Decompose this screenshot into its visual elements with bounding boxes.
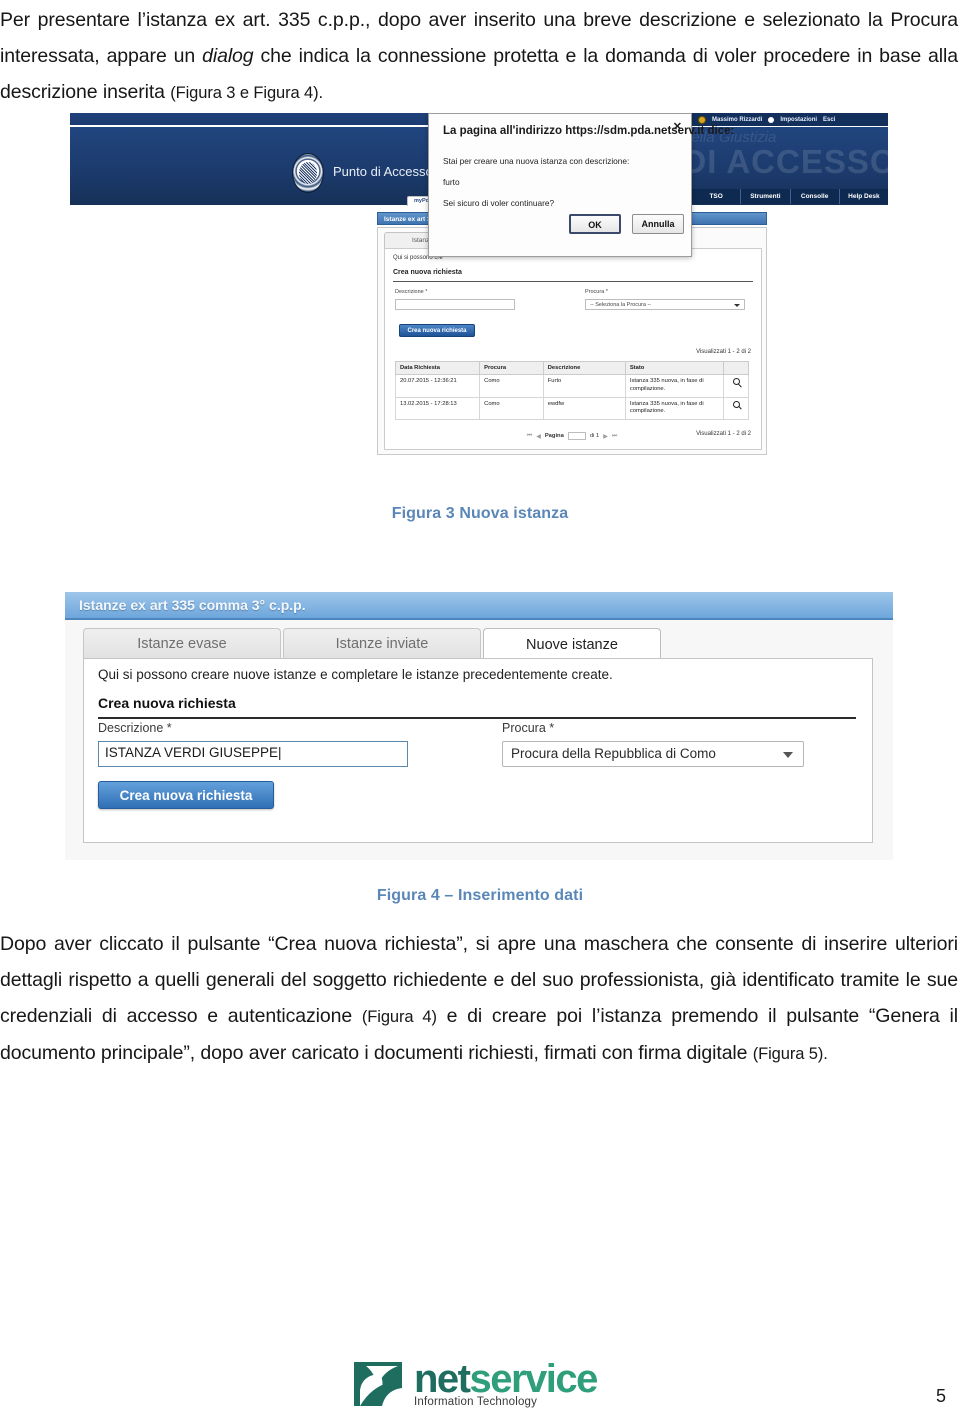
table-row[interactable]: 20.07.2015 - 12:36:21 Como Furto Istanza…	[394, 374, 749, 398]
cell-data: 13.02.2015 - 17:28:13	[394, 396, 481, 421]
figure4-hint-text: Qui si possono creare nuove istanze e co…	[98, 667, 613, 682]
figure3-count-top: Visualizzati 1 - 2 di 2	[696, 349, 751, 355]
figure4-procura-value: Procura della Repubblica di Como	[511, 746, 716, 761]
nav-tab-strumenti[interactable]: Strumenti	[741, 189, 791, 204]
cell-stato: Istanza 335 nuova, in fase di compilazio…	[624, 396, 725, 421]
figure-4-screenshot: Istanze ex art 335 comma 3° c.p.p. Istan…	[65, 592, 893, 860]
th-procura[interactable]: Procura	[479, 361, 544, 375]
seal-inner-pattern	[299, 162, 317, 184]
text-caret: |	[278, 745, 282, 760]
figure3-count-bottom: Visualizzati 1 - 2 di 2	[696, 431, 751, 437]
figure-3-screenshot: Ministero della Giustizia INTO DI ACCESS…	[70, 113, 888, 465]
dialog-title: La pagina all'indirizzo https://sdm.pda.…	[443, 125, 735, 137]
figure3-panel-body: Qui si possono cre Crea nuova richiesta …	[384, 248, 762, 450]
dialog-line-1: Stai per creare una nuova istanza con de…	[443, 156, 630, 166]
pager-of: di 1	[589, 433, 600, 439]
figure4-form-title: Crea nuova richiesta	[98, 695, 236, 711]
figure3-descrizione-input[interactable]	[395, 299, 515, 310]
next-page-icon[interactable]: ▶	[603, 433, 608, 440]
cell-procura: Como	[479, 396, 544, 421]
chevron-down-icon	[783, 752, 793, 758]
figure4-tab-bar: Istanze evase Istanze inviate Nuove ista…	[83, 628, 873, 660]
dialog-cancel-button[interactable]: Annulla	[632, 214, 684, 234]
cell-action[interactable]	[723, 396, 749, 421]
document-page: Per presentare l’istanza ex art. 335 c.p…	[0, 0, 960, 1425]
figure4-descrizione-input[interactable]: ISTANZA VERDI GIUSEPPE|	[98, 741, 408, 767]
logo-svg	[354, 1362, 402, 1406]
dialog-line-2: furto	[443, 177, 460, 187]
tab-istanze-evase[interactable]: Istanze evase	[83, 628, 281, 658]
close-icon[interactable]: ✕	[673, 120, 682, 133]
figure3-create-button[interactable]: Crea nuova richiesta	[399, 324, 475, 337]
search-icon[interactable]	[732, 378, 740, 385]
nav-tab-helpdesk[interactable]: Help Desk	[840, 189, 888, 204]
figure3-main-nav-tabs: TSO Strumenti Consolle Help Desk	[692, 189, 888, 204]
chevron-down-icon	[734, 304, 740, 307]
figure4-procura-select[interactable]: Procura della Repubblica di Como	[502, 741, 804, 767]
th-data-richiesta[interactable]: Data Richiesta	[394, 361, 481, 375]
figure-4-caption: Figura 4 – Inserimento dati	[376, 887, 584, 904]
table-row[interactable]: 13.02.2015 - 17:28:13 Como ewdfw Istanza…	[394, 396, 749, 421]
paragraph-intro-ref: (Figura 3 e Figura 4).	[170, 84, 324, 102]
cell-descrizione: ewdfw	[542, 396, 626, 421]
paragraph-intro-italic: dialog	[202, 45, 254, 67]
republic-seal-icon	[292, 153, 324, 193]
paragraph-intro: Per presentare l’istanza ex art. 335 c.p…	[0, 2, 958, 111]
cell-data: 20.07.2015 - 12:36:21	[394, 374, 481, 398]
figure3-requests-table: Data Richiesta Procura Descrizione Stato…	[394, 361, 749, 421]
last-page-icon[interactable]: ⏭	[612, 433, 617, 440]
cell-descrizione: Furto	[542, 374, 626, 398]
avatar-icon	[698, 115, 706, 124]
figure3-settings-link[interactable]: Impostazioni	[780, 117, 817, 123]
pager-input[interactable]	[567, 432, 586, 440]
nav-tab-consolle[interactable]: Consolle	[791, 189, 840, 204]
figure3-panel: Istanze evase Qui si possono cre Crea nu…	[377, 227, 767, 455]
figure4-panel: Qui si possono creare nuove istanze e co…	[83, 658, 873, 843]
cell-stato: Istanza 335 nuova, in fase di compilazio…	[624, 374, 725, 398]
figure-3-caption: Figura 3 Nuova istanza	[391, 505, 569, 522]
figure3-label-descrizione: Descrizione *	[395, 289, 428, 295]
figure4-window-title: Istanze ex art 335 comma 3° c.p.p.	[79, 597, 306, 613]
page-number: 5	[935, 1386, 946, 1406]
logo-word-row: netservice	[414, 1357, 599, 1401]
search-icon[interactable]	[732, 400, 740, 408]
dialog-ok-button[interactable]: OK	[569, 214, 621, 234]
logo-net: net	[414, 1357, 471, 1401]
cell-procura: Como	[479, 374, 544, 398]
nav-tab-tso[interactable]: TSO	[692, 189, 742, 204]
tab-istanze-inviate[interactable]: Istanze inviate	[283, 628, 481, 658]
dialog-line-3: Sei sicuro di voler continuare?	[443, 198, 555, 208]
tab-nuove-istanze[interactable]: Nuove istanze	[483, 628, 661, 660]
th-actions	[723, 361, 749, 375]
table-header-row: Data Richiesta Procura Descrizione Stato	[394, 361, 749, 375]
logo-service: service	[469, 1357, 599, 1401]
paragraph-body-ref2: (Figura 5).	[752, 1045, 828, 1063]
figure3-logout-link[interactable]: Esci	[823, 117, 835, 123]
netservice-logo: netservice Information Technology	[352, 1355, 652, 1413]
th-descrizione[interactable]: Descrizione	[542, 361, 626, 375]
netservice-mark-icon	[352, 1360, 404, 1408]
figure3-label-procura: Procura *	[585, 289, 608, 295]
paragraph-body: Dopo aver cliccato il pulsante “Crea nuo…	[0, 926, 958, 1072]
figure4-form-divider	[98, 717, 856, 719]
first-page-icon[interactable]: ⏮	[527, 433, 532, 440]
figure4-label-procura: Procura *	[502, 721, 555, 735]
figure3-user-name: Massimo Rizzardi	[712, 116, 763, 123]
figure3-form-title: Crea nuova richiesta	[393, 269, 462, 276]
figure4-label-descrizione: Descrizione *	[98, 721, 172, 735]
paragraph-body-ref1: (Figura 4)	[361, 1008, 437, 1026]
th-stato[interactable]: Stato	[624, 361, 725, 375]
prev-page-icon[interactable]: ◀	[536, 433, 541, 440]
figure4-create-button[interactable]: Crea nuova richiesta	[98, 781, 274, 809]
browser-confirm-dialog: La pagina all'indirizzo https://sdm.pda.…	[428, 113, 734, 257]
pager-label: Pagina	[544, 433, 564, 439]
figure3-procura-select[interactable]: -- Seleziona la Procura --	[585, 299, 745, 310]
figure4-descrizione-value: ISTANZA VERDI GIUSEPPE	[105, 745, 279, 760]
figure3-procura-value: -- Seleziona la Procura --	[590, 302, 652, 308]
netservice-wordmark: netservice Information Technology	[414, 1357, 599, 1408]
gear-icon[interactable]	[768, 116, 775, 123]
figure3-form-divider	[393, 281, 753, 282]
cell-action[interactable]	[723, 374, 749, 398]
